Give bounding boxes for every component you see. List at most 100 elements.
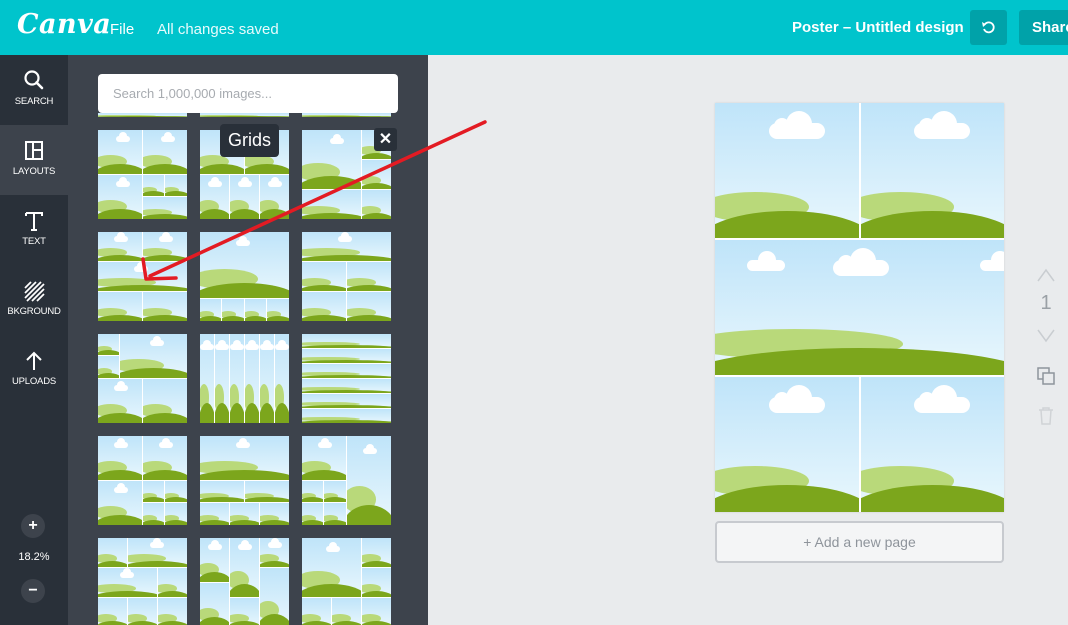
layout-thumb[interactable] xyxy=(98,436,187,525)
layout-cell xyxy=(215,334,229,423)
layout-cell xyxy=(165,175,187,196)
cloud-graphic xyxy=(114,381,128,391)
cloud-graphic xyxy=(268,538,282,548)
duplicate-icon[interactable] xyxy=(1036,366,1056,386)
layouts-panel: Grids ✕ xyxy=(68,55,428,625)
cloud-graphic xyxy=(230,340,244,350)
layouts-icon xyxy=(25,141,43,160)
nav-layouts[interactable]: LAYOUTS xyxy=(0,125,68,195)
layout-thumb[interactable] xyxy=(98,334,187,423)
layout-thumb-partial[interactable] xyxy=(302,113,391,117)
layout-cell xyxy=(200,583,229,625)
undo-button[interactable] xyxy=(970,10,1007,45)
nav-text-label: TEXT xyxy=(22,236,46,247)
layout-cell xyxy=(302,364,391,378)
layout-cell xyxy=(347,292,391,321)
layout-thumb[interactable] xyxy=(302,334,391,423)
layout-thumb[interactable] xyxy=(302,436,391,525)
layout-cell xyxy=(302,232,391,261)
nav-search-label: SEARCH xyxy=(14,96,54,107)
zoom-in-button[interactable]: + xyxy=(21,514,45,538)
page-number: 1 xyxy=(1040,292,1052,314)
cloud-graphic xyxy=(318,438,332,448)
cloud-graphic xyxy=(260,340,274,350)
grid-cell[interactable] xyxy=(715,377,859,512)
cloud-graphic xyxy=(236,236,250,246)
layout-cell xyxy=(200,175,229,219)
file-menu[interactable]: File xyxy=(110,21,134,38)
grid-cell[interactable] xyxy=(715,103,859,238)
layout-cell xyxy=(302,379,391,393)
cloud-graphic xyxy=(114,232,128,242)
cloud-graphic xyxy=(330,134,344,144)
layout-cell xyxy=(143,436,187,480)
layout-cell xyxy=(302,481,323,502)
layout-cell xyxy=(143,292,187,321)
cloud-graphic xyxy=(150,538,164,548)
nav-background-label: BKGROUND xyxy=(7,306,61,317)
layout-cell xyxy=(143,379,187,423)
cloud-graphic xyxy=(833,248,889,276)
layout-cell xyxy=(362,568,391,597)
cloud-graphic xyxy=(161,132,175,142)
layout-thumb[interactable] xyxy=(200,232,289,321)
cloud-graphic xyxy=(268,177,282,187)
layout-thumb-partial[interactable] xyxy=(200,113,289,117)
image-search-input[interactable] xyxy=(98,74,398,113)
layout-cell xyxy=(302,349,391,363)
layout-cell xyxy=(143,481,164,502)
nav-background[interactable]: BKGROUND xyxy=(0,265,68,335)
trash-icon[interactable] xyxy=(1038,406,1054,425)
layout-thumb[interactable] xyxy=(98,232,187,321)
nav-uploads[interactable]: UPLOADS xyxy=(0,335,68,405)
layout-cell xyxy=(200,334,214,423)
cloud-graphic xyxy=(747,251,785,271)
layout-thumb[interactable] xyxy=(302,538,391,625)
cloud-graphic xyxy=(275,340,289,350)
cloud-graphic xyxy=(238,540,252,550)
design-page[interactable] xyxy=(715,103,1004,512)
nav-layouts-label: LAYOUTS xyxy=(12,166,56,177)
layout-thumb[interactable] xyxy=(200,334,289,423)
layout-cell xyxy=(302,503,323,525)
layout-thumb[interactable] xyxy=(200,538,289,625)
layout-cell xyxy=(302,598,331,625)
nav-search[interactable]: SEARCH xyxy=(0,55,68,125)
layout-cell xyxy=(98,598,127,625)
layout-thumb[interactable] xyxy=(200,436,289,525)
layout-cell xyxy=(230,334,244,423)
cloud-graphic xyxy=(215,340,229,350)
cloud-graphic xyxy=(914,385,970,413)
close-button[interactable]: ✕ xyxy=(374,128,397,151)
layout-cell xyxy=(98,481,142,525)
layout-cell xyxy=(302,113,391,117)
layout-cell xyxy=(143,232,187,261)
layout-thumb-partial[interactable] xyxy=(98,113,187,117)
layout-cell xyxy=(302,409,391,423)
cloud-graphic xyxy=(114,438,128,448)
layout-thumb[interactable] xyxy=(98,130,187,219)
layout-cell xyxy=(260,568,289,625)
layout-cell xyxy=(200,503,229,525)
layout-cell xyxy=(302,436,346,480)
design-title[interactable]: Poster – Untitled design xyxy=(792,19,964,36)
text-icon xyxy=(25,212,43,231)
nav-uploads-label: UPLOADS xyxy=(11,376,56,387)
zoom-out-button[interactable]: − xyxy=(21,579,45,603)
layout-cell xyxy=(302,334,391,348)
grid-cell[interactable] xyxy=(861,377,1004,512)
grid-cell[interactable] xyxy=(715,240,1004,375)
nav-text[interactable]: TEXT xyxy=(0,195,68,265)
canva-logo[interactable]: Canva xyxy=(17,9,111,40)
layout-cell xyxy=(200,299,221,321)
layout-thumb[interactable] xyxy=(302,232,391,321)
layout-thumb[interactable] xyxy=(98,538,187,625)
layout-cell xyxy=(98,232,142,261)
add-page-button[interactable]: + Add a new page xyxy=(715,521,1004,563)
page-up-icon[interactable] xyxy=(1037,268,1055,282)
page-down-icon[interactable] xyxy=(1037,329,1055,343)
grid-cell[interactable] xyxy=(861,103,1004,238)
layout-cell xyxy=(245,299,266,321)
layout-cell xyxy=(98,113,187,117)
share-button[interactable]: Share xyxy=(1019,10,1068,45)
